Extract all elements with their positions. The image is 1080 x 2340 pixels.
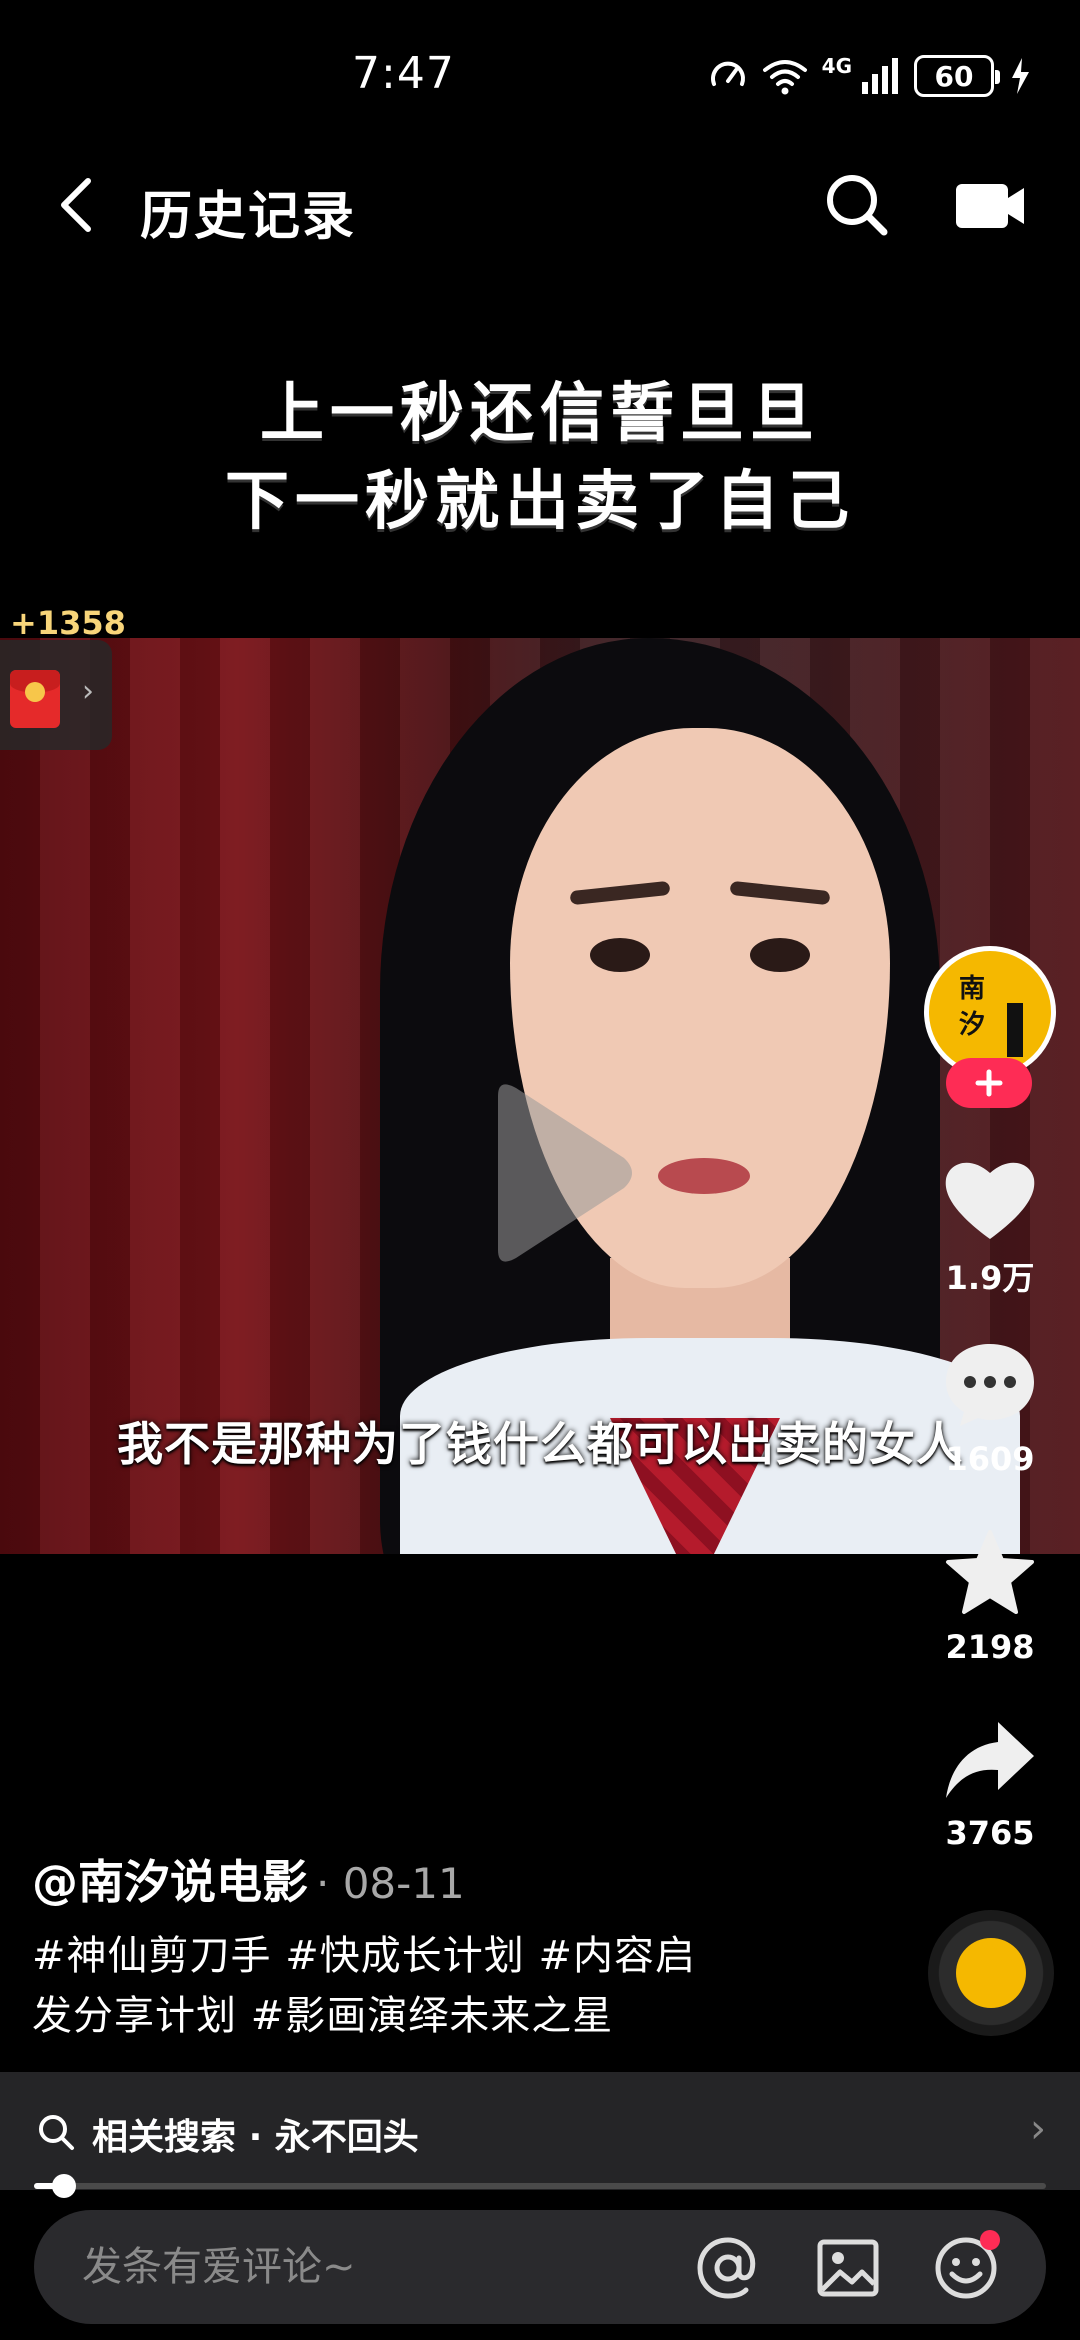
chevron-right-icon: › xyxy=(82,674,94,709)
comment-input[interactable] xyxy=(82,2240,642,2294)
video-progress-bar[interactable] xyxy=(34,2174,1046,2198)
mouth xyxy=(658,1158,750,1194)
red-envelope-widget[interactable]: › xyxy=(0,640,112,750)
star-icon xyxy=(946,1530,1034,1614)
reward-count: +1358 xyxy=(10,604,126,642)
page-title: 历史记录 xyxy=(140,187,357,247)
share-arrow-icon xyxy=(946,1722,1034,1798)
plus-icon xyxy=(975,1069,1003,1097)
description-line-2: 发分享计划 #影画演绎未来之星 xyxy=(32,1993,614,2039)
play-icon[interactable] xyxy=(478,1078,638,1268)
avatar-logo-tag xyxy=(1007,1003,1023,1057)
wifi-icon xyxy=(762,60,807,95)
search-icon xyxy=(827,175,888,236)
heart-icon xyxy=(945,1162,1035,1239)
related-search-separator: · xyxy=(248,2117,263,2158)
left-brow xyxy=(569,880,671,906)
mention-button[interactable] xyxy=(694,2234,762,2302)
red-envelope-icon xyxy=(10,670,60,728)
video-caption: 上一秒还信誓旦旦 下一秒就出卖了自己 xyxy=(0,370,1080,546)
speedometer-icon xyxy=(710,61,745,86)
status-icons: 4G 60 xyxy=(708,52,1032,100)
related-search-label: 相关搜索 xyxy=(92,2117,237,2158)
music-disc[interactable] xyxy=(928,1910,1054,2036)
video-player[interactable]: 我不是那种为了钱什么都可以出卖的女人 xyxy=(0,638,1080,1554)
share-button[interactable]: 3765 xyxy=(930,1718,1050,1852)
share-count: 3765 xyxy=(945,1814,1035,1852)
caption-line-1: 上一秒还信誓旦旦 xyxy=(260,376,820,451)
header: 历史记录 xyxy=(0,150,1080,260)
right-eye xyxy=(750,938,810,972)
music-disc-cover xyxy=(956,1938,1026,2008)
charging-icon xyxy=(1012,58,1029,94)
comment-button[interactable]: 1609 xyxy=(930,1340,1050,1478)
author-line: @南汐说电影 · 08-11 xyxy=(32,1846,465,1912)
right-brow xyxy=(729,880,831,906)
comment-bar xyxy=(34,2210,1046,2324)
avatar-logo-text: 南 汐 xyxy=(959,971,985,1043)
favorite-button[interactable]: 2198 xyxy=(930,1528,1050,1666)
follow-button[interactable] xyxy=(946,1058,1032,1108)
comment-count: 1609 xyxy=(945,1440,1035,1478)
comment-bubble-icon xyxy=(946,1344,1034,1426)
chevron-right-icon: › xyxy=(1030,2106,1046,2152)
chevron-left-icon xyxy=(61,178,91,232)
network-type: 4G xyxy=(821,54,852,78)
image-button[interactable] xyxy=(814,2234,882,2302)
emoji-button[interactable] xyxy=(932,2230,1000,2302)
status-bar: 7:47 4G 60 xyxy=(0,0,1080,150)
battery-level: 60 xyxy=(934,59,974,93)
left-eye xyxy=(590,938,650,972)
description-line-1: #神仙剪刀手 #快成长计划 #内容启 xyxy=(32,1933,696,1979)
video-camera-icon xyxy=(956,184,1024,228)
search-icon xyxy=(39,2115,74,2150)
at-sign-icon xyxy=(697,2237,756,2299)
caption-line-2: 下一秒就出卖了自己 xyxy=(225,464,855,539)
screen: 7:47 4G 60 历史记录 上一秒还信誓旦旦 下一秒就出卖了自己 我不是那种… xyxy=(0,0,1080,2340)
avatar-text-2: 汐 xyxy=(959,1010,986,1040)
like-button[interactable]: 1.9万 xyxy=(930,1155,1050,1299)
post-date: · 08-11 xyxy=(316,1859,465,1908)
status-time: 7:47 xyxy=(352,48,455,99)
video-camera-button[interactable] xyxy=(950,174,1030,238)
like-count: 1.9万 xyxy=(945,1259,1035,1297)
notification-dot xyxy=(980,2230,1000,2250)
author-handle[interactable]: @南汐说电影 xyxy=(32,1855,308,1909)
related-search-text: 相关搜索 · 永不回头 xyxy=(92,2108,419,2160)
related-search-bar[interactable]: 相关搜索 · 永不回头 › xyxy=(0,2072,1080,2190)
image-icon xyxy=(817,2239,879,2297)
back-button[interactable] xyxy=(56,170,116,240)
avatar-text-1: 南 xyxy=(959,974,986,1004)
battery-indicator: 60 xyxy=(914,55,1000,97)
video-description[interactable]: #神仙剪刀手 #快成长计划 #内容启 发分享计划 #影画演绎未来之星 xyxy=(32,1926,732,2046)
signal-icon xyxy=(862,58,898,94)
progress-thumb[interactable] xyxy=(52,2174,77,2198)
video-subtitle: 我不是那种为了钱什么都可以出卖的女人 xyxy=(117,1417,963,1471)
favorite-count: 2198 xyxy=(945,1628,1035,1666)
related-search-query: 永不回头 xyxy=(274,2117,419,2158)
search-button[interactable] xyxy=(822,170,892,240)
